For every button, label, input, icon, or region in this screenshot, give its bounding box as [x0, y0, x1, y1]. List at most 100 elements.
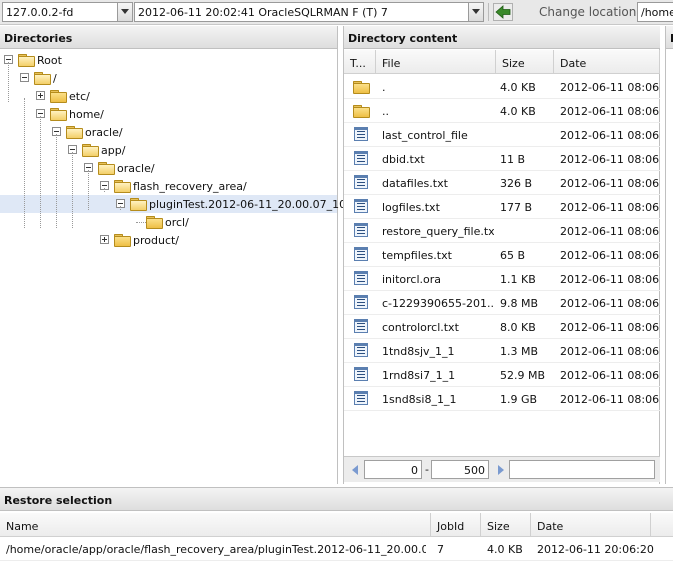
- file-size: 1.1 KB: [500, 273, 536, 286]
- tree-node[interactable]: /: [0, 69, 337, 87]
- pager-to-input[interactable]: 500: [431, 460, 489, 479]
- file-icon: [354, 223, 368, 237]
- tree-node[interactable]: product/: [0, 231, 337, 249]
- file-row[interactable]: c-1229390655-201... 9.8 MB 2012-06-11 08:0…: [344, 291, 660, 315]
- column-type[interactable]: T...: [344, 50, 376, 74]
- file-row[interactable]: tempfiles.txt 65 B 2012-06-11 08:06: [344, 243, 660, 267]
- file-size: 65 B: [500, 249, 526, 262]
- file-size: 1.3 MB: [500, 345, 539, 358]
- previous-page-icon[interactable]: [352, 465, 358, 475]
- tree-node-label: app/: [101, 144, 126, 157]
- file-file: last_control_file: [382, 129, 468, 142]
- expand-icon[interactable]: [100, 235, 109, 244]
- file-date: 2012-06-11 08:06: [560, 393, 660, 406]
- file-row[interactable]: 1tnd8sjv_1_1 1.3 MB 2012-06-11 08:06: [344, 339, 660, 363]
- chevron-down-icon[interactable]: [468, 3, 483, 21]
- client-select[interactable]: 127.0.0.2-fd: [2, 2, 133, 22]
- tree-node-label: oracle/: [117, 162, 155, 175]
- restore-selection-panel: Restore selection Name JobId Size Date /…: [0, 487, 673, 568]
- chevron-down-icon[interactable]: [117, 3, 132, 21]
- file-file: logfiles.txt: [382, 201, 440, 214]
- tree-node[interactable]: etc/: [0, 87, 337, 105]
- column-date[interactable]: Date: [531, 513, 651, 537]
- tree-node[interactable]: home/: [0, 105, 337, 123]
- file-icon: [354, 127, 368, 141]
- file-icon: [354, 391, 368, 405]
- file-size: 1.9 GB: [500, 393, 538, 406]
- file-date: 2012-06-11 08:06: [560, 225, 660, 238]
- file-row[interactable]: 1snd8si8_1_1 1.9 GB 2012-06-11 08:06: [344, 387, 660, 411]
- file-row[interactable]: dbid.txt 11 B 2012-06-11 08:06: [344, 147, 660, 171]
- tree-node-label: home/: [69, 108, 104, 121]
- restore-row[interactable]: /home/oracle/app/oracle/flash_recovery_a…: [0, 537, 673, 561]
- location-input[interactable]: /home/: [637, 2, 673, 22]
- file-row[interactable]: . 4.0 KB 2012-06-11 08:06: [344, 75, 660, 99]
- directories-panel: Directories Root / etc/home/oracle/app/ora…: [0, 26, 350, 484]
- tree-node[interactable]: oracle/: [0, 123, 337, 141]
- file-row[interactable]: logfiles.txt 177 B 2012-06-11 08:06: [344, 195, 660, 219]
- column-size[interactable]: Size: [496, 50, 554, 74]
- file-date: 2012-06-11 08:06: [560, 105, 660, 118]
- file-row[interactable]: controlorcl.txt 8.0 KB 2012-06-11 08:06: [344, 315, 660, 339]
- tree-node[interactable]: oracle/: [0, 159, 337, 177]
- file-row[interactable]: datafiles.txt 326 B 2012-06-11 08:06: [344, 171, 660, 195]
- tree-node[interactable]: flash_recovery_area/: [0, 177, 337, 195]
- file-icon: [354, 151, 368, 165]
- tree-connector: [24, 98, 25, 228]
- file-size: 52.9 MB: [500, 369, 546, 382]
- file-row[interactable]: initorcl.ora 1.1 KB 2012-06-11 08:06: [344, 267, 660, 291]
- file-row[interactable]: restore_query_file.txt 2012-06-11 08:06: [344, 219, 660, 243]
- file-row[interactable]: .. 4.0 KB 2012-06-11 08:06: [344, 99, 660, 123]
- file-row[interactable]: last_control_file 2012-06-11 08:06: [344, 123, 660, 147]
- file-icon: [354, 175, 368, 189]
- filter-input[interactable]: [509, 460, 655, 479]
- tree-node[interactable]: orcl/: [0, 213, 337, 231]
- folder-icon: [353, 105, 370, 118]
- back-arrow-icon[interactable]: [493, 3, 513, 21]
- column-name[interactable]: Name: [0, 513, 431, 537]
- file-row[interactable]: 1rnd8si7_1_1 52.9 MB 2012-06-11 08:06: [344, 363, 660, 387]
- file-date: 2012-06-11 08:06: [560, 273, 660, 286]
- tree-node-label: product/: [133, 234, 180, 247]
- file-file: ..: [382, 105, 389, 118]
- next-page-icon[interactable]: [498, 465, 504, 475]
- directory-content-title: Directory content: [344, 26, 660, 49]
- tree-node[interactable]: pluginTest.2012-06-11_20.00.07_10/: [0, 195, 350, 213]
- content-grid-header: T... File Size Date: [344, 50, 660, 74]
- restore-jobid: 7: [437, 543, 444, 556]
- column-jobid[interactable]: JobId: [431, 513, 481, 537]
- file-date: 2012-06-11 08:06: [560, 81, 660, 94]
- file-file: controlorcl.txt: [382, 321, 459, 334]
- file-size: 9.8 MB: [500, 297, 539, 310]
- tree-connector: [56, 134, 57, 228]
- file-icon: [354, 319, 368, 333]
- tree-node[interactable]: app/: [0, 141, 337, 159]
- file-file: 1tnd8sjv_1_1: [382, 345, 455, 358]
- folder-icon: [18, 54, 35, 67]
- restore-date: 2012-06-11 20:06:20: [537, 543, 654, 556]
- pager-from-input[interactable]: 0: [364, 460, 422, 479]
- column-file[interactable]: File: [376, 50, 496, 74]
- tree-node[interactable]: Root: [0, 51, 337, 69]
- backup-select[interactable]: 2012-06-11 20:02:41 OracleSQLRMAN F (T) …: [134, 2, 484, 22]
- folder-icon: [98, 162, 115, 175]
- file-date: 2012-06-11 08:06: [560, 297, 660, 310]
- column-date[interactable]: Date: [554, 50, 660, 74]
- expand-icon[interactable]: [36, 91, 45, 100]
- toolbar-separator: [488, 3, 489, 21]
- file-file: restore_query_file.txt: [382, 225, 494, 238]
- tree-connector: [104, 188, 105, 192]
- folder-icon: [130, 198, 147, 211]
- file-date: 2012-06-11 08:06: [560, 201, 660, 214]
- folder-icon: [114, 234, 131, 247]
- file-date: 2012-06-11 08:06: [560, 129, 660, 142]
- file-date: 2012-06-11 08:06: [560, 369, 660, 382]
- column-size[interactable]: Size: [481, 513, 531, 537]
- directory-content-panel: Directory content T... File Size Date . 4…: [343, 26, 660, 484]
- file-file: initorcl.ora: [382, 273, 442, 286]
- collapse-icon[interactable]: [20, 73, 29, 82]
- tree-connector: [8, 62, 9, 102]
- change-location-label: Change location: [539, 5, 637, 19]
- folder-icon: [114, 180, 131, 193]
- folder-icon: [34, 72, 51, 85]
